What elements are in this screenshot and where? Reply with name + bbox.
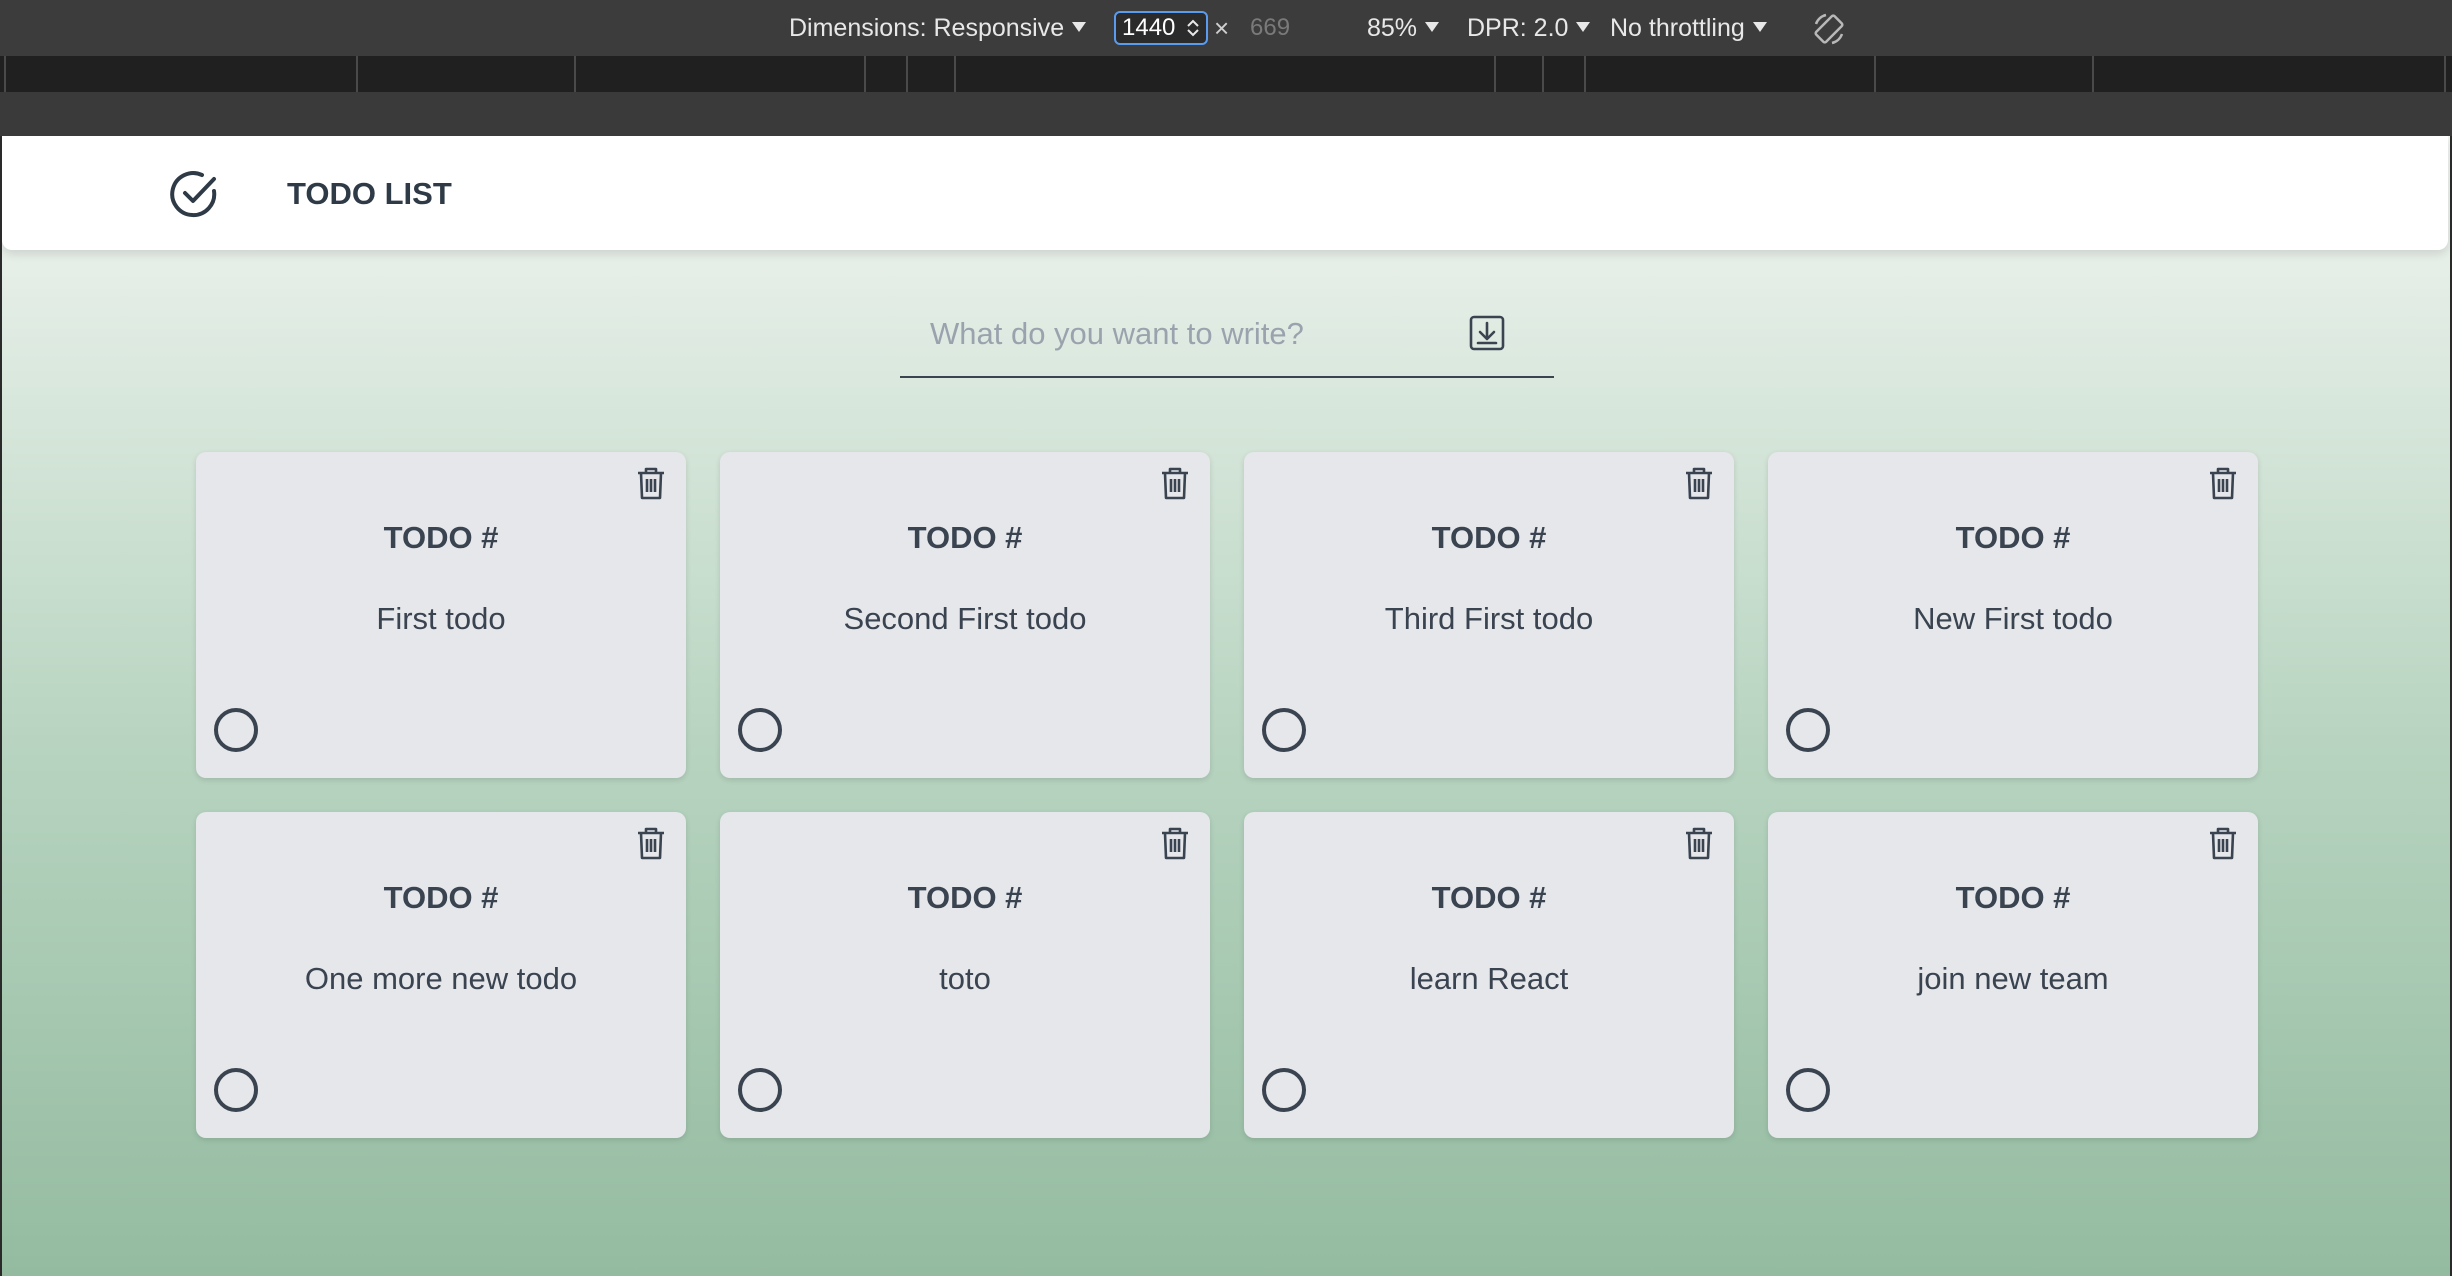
dimensions-label: Dimensions: Responsive (789, 14, 1065, 42)
complete-toggle[interactable] (738, 708, 782, 752)
todo-heading: TODO # (1955, 520, 2071, 555)
todo-heading: TODO # (1431, 520, 1547, 555)
spinner-arrows-icon[interactable] (1186, 18, 1200, 38)
todo-card: TODO # join new team (1768, 812, 2258, 1138)
todo-heading: TODO # (907, 880, 1023, 915)
todo-card: TODO # toto (720, 812, 1210, 1138)
complete-toggle[interactable] (1262, 708, 1306, 752)
complete-toggle[interactable] (214, 708, 258, 752)
todo-text: First todo (376, 601, 506, 636)
todo-text: Third First todo (1384, 601, 1594, 636)
width-value: 1440 (1122, 14, 1176, 41)
ruler-segment[interactable] (2094, 56, 2446, 92)
trash-icon[interactable] (1156, 824, 1194, 862)
ruler-segment[interactable] (1876, 56, 2094, 92)
toolbar-gap (0, 92, 2452, 136)
todo-heading: TODO # (1431, 880, 1547, 915)
dimensions-dropdown[interactable]: Dimensions: Responsive (789, 12, 1087, 44)
complete-toggle[interactable] (1786, 1068, 1830, 1112)
todo-text: Second First todo (843, 601, 1087, 636)
todo-card: TODO # Third First todo (1244, 452, 1734, 778)
page-viewport: TODO LIST TODO # First todo TODO # Secon… (2, 136, 2450, 1276)
todo-card: TODO # learn React (1244, 812, 1734, 1138)
trash-icon[interactable] (1680, 824, 1718, 862)
trash-icon[interactable] (1680, 464, 1718, 502)
complete-toggle[interactable] (214, 1068, 258, 1112)
ruler-segment[interactable] (358, 56, 576, 92)
zoom-label: 85% (1367, 14, 1418, 42)
complete-toggle[interactable] (1786, 708, 1830, 752)
chevron-down-icon (1576, 22, 1591, 32)
todo-heading: TODO # (383, 880, 499, 915)
ruler-segment[interactable] (6, 56, 358, 92)
trash-icon[interactable] (1156, 464, 1194, 502)
todo-text: toto (939, 961, 991, 996)
dimension-separator: × (1214, 13, 1230, 43)
device-toolbar: Dimensions: Responsive 1440 × 669 85% DP… (0, 0, 2452, 56)
trash-icon[interactable] (2204, 464, 2242, 502)
throttling-dropdown[interactable]: No throttling (1610, 12, 1767, 44)
chevron-down-icon (1072, 22, 1087, 32)
chevron-down-icon (1752, 22, 1767, 32)
todo-card: TODO # New First todo (1768, 452, 2258, 778)
save-download-icon[interactable] (1468, 314, 1506, 352)
dpr-dropdown[interactable]: DPR: 2.0 (1467, 12, 1591, 44)
throttling-label: No throttling (1610, 14, 1745, 42)
todo-heading: TODO # (383, 520, 499, 555)
new-todo-form (900, 296, 1554, 378)
todo-card: TODO # Second First todo (720, 452, 1210, 778)
todo-text: New First todo (1913, 601, 2113, 636)
chevron-down-icon (1425, 22, 1440, 32)
ruler-segment[interactable] (956, 56, 1496, 92)
new-todo-input[interactable] (928, 310, 1472, 358)
zoom-dropdown[interactable]: 85% (1367, 12, 1440, 44)
rotate-icon[interactable] (1810, 10, 1848, 48)
complete-toggle[interactable] (1262, 1068, 1306, 1112)
todo-card: TODO # First todo (196, 452, 686, 778)
todo-card: TODO # One more new todo (196, 812, 686, 1138)
media-query-ruler (0, 56, 2452, 92)
width-input[interactable]: 1440 (1114, 11, 1208, 45)
ruler-segment[interactable] (866, 56, 908, 92)
app-header: TODO LIST (2, 136, 2448, 250)
height-input[interactable]: 669 (1250, 12, 1290, 44)
todo-text: learn React (1409, 961, 1569, 996)
todo-heading: TODO # (907, 520, 1023, 555)
trash-icon[interactable] (632, 464, 670, 502)
trash-icon[interactable] (2204, 824, 2242, 862)
ruler-segment[interactable] (576, 56, 866, 92)
todo-text: One more new todo (304, 961, 578, 996)
todo-text: join new team (1917, 961, 2109, 996)
complete-toggle[interactable] (738, 1068, 782, 1112)
ruler-segment[interactable] (1496, 56, 1544, 92)
todo-heading: TODO # (1955, 880, 2071, 915)
ruler-segment[interactable] (908, 56, 956, 92)
ruler-segment[interactable] (1586, 56, 1876, 92)
ruler-segment[interactable] (1544, 56, 1586, 92)
check-circle-icon (170, 171, 217, 218)
dpr-label: DPR: 2.0 (1467, 14, 1569, 42)
trash-icon[interactable] (632, 824, 670, 862)
app-title: TODO LIST (287, 176, 452, 211)
